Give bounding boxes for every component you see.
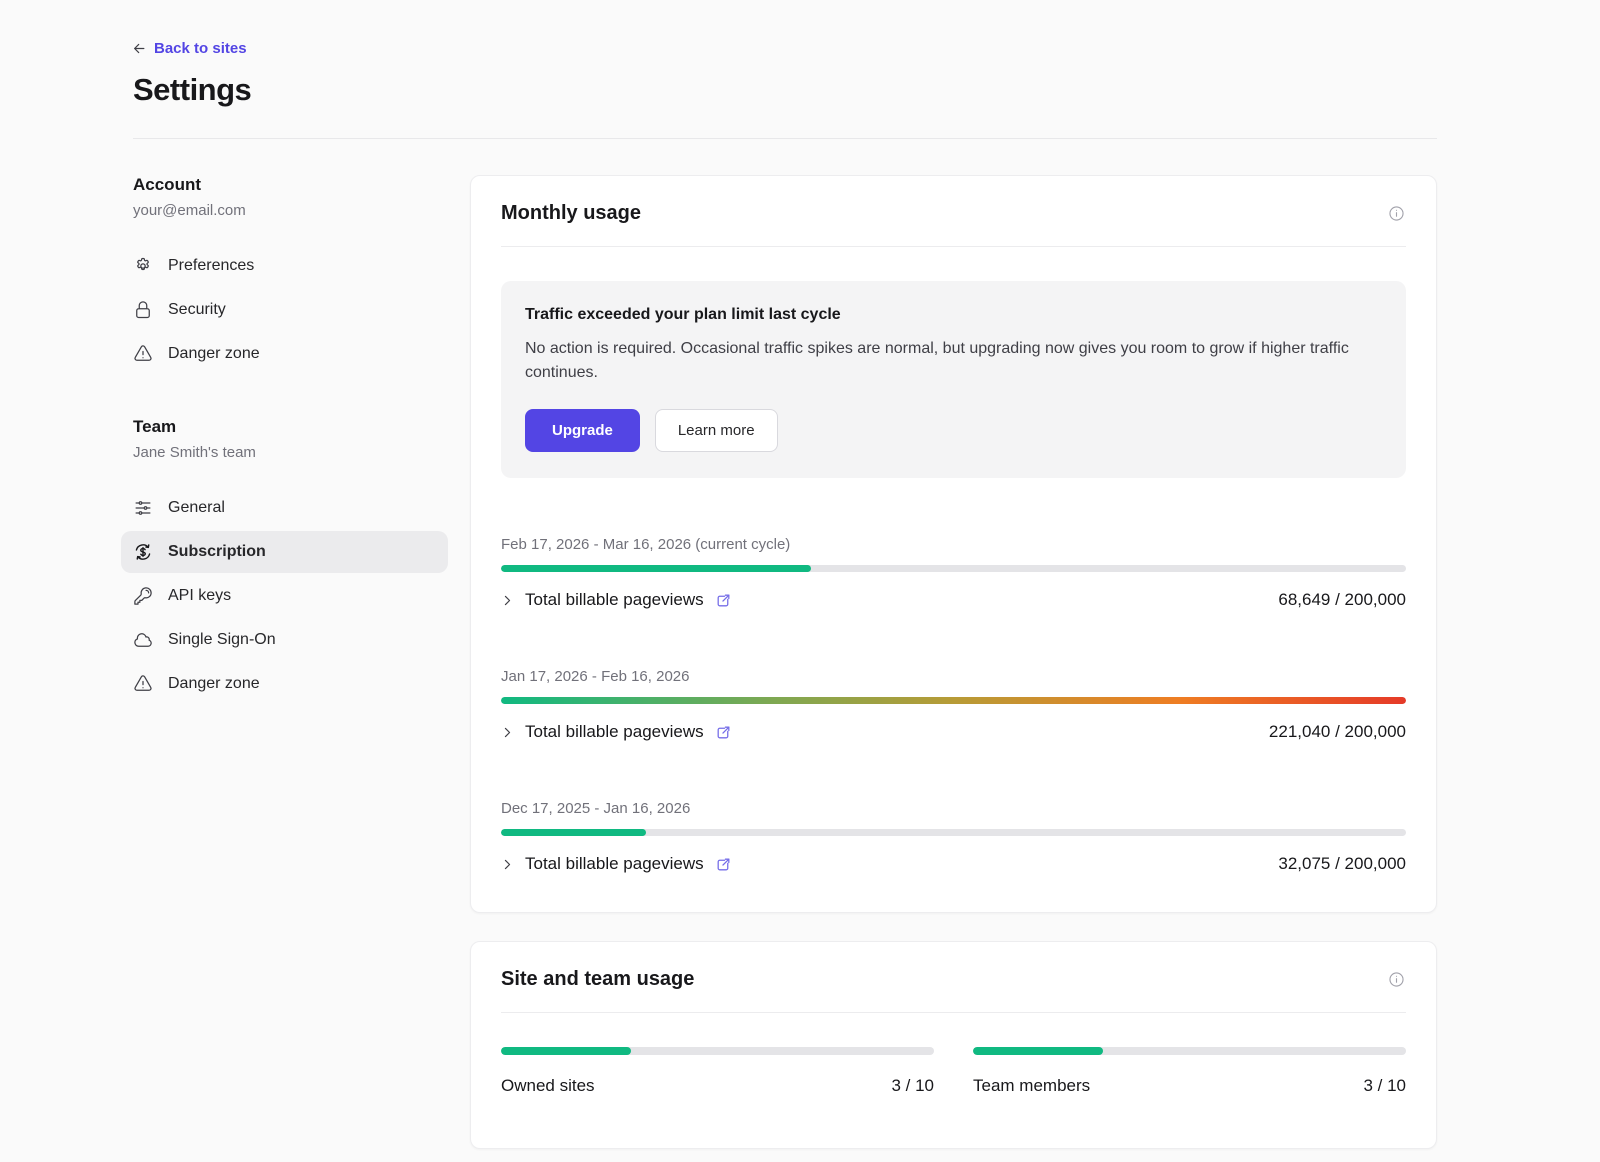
cycle-period: Dec 17, 2025 - Jan 16, 2026 bbox=[501, 800, 1406, 817]
external-link-icon[interactable] bbox=[715, 592, 732, 609]
sidebar-item-label: Single Sign-On bbox=[168, 631, 276, 649]
sidebar-item-label: Danger zone bbox=[168, 675, 260, 693]
traffic-exceeded-notice: Traffic exceeded your plan limit last cy… bbox=[501, 281, 1406, 478]
chevron-right-icon bbox=[501, 858, 514, 871]
account-nav: Preferences Security Danger zone bbox=[121, 245, 448, 375]
sidebar-item-danger-zone-account[interactable]: Danger zone bbox=[121, 333, 448, 375]
sidebar-item-preferences[interactable]: Preferences bbox=[121, 245, 448, 287]
billing-cycle-current: Feb 17, 2026 - Mar 16, 2026 (current cyc… bbox=[501, 536, 1406, 610]
sidebar-item-label: General bbox=[168, 499, 225, 517]
owned-sites-meter: Owned sites 3 / 10 bbox=[501, 1047, 934, 1096]
team-nav: General Subscription API keys Single Sig… bbox=[121, 487, 448, 705]
subscription-refresh-dollar-icon bbox=[133, 542, 153, 562]
usage-value: 68,649 / 200,000 bbox=[1278, 590, 1406, 610]
sidebar-item-label: API keys bbox=[168, 587, 231, 605]
monthly-usage-card: Monthly usage Traffic exceeded your plan… bbox=[470, 175, 1437, 913]
usage-meter-track bbox=[501, 1047, 934, 1055]
usage-meter-track bbox=[501, 697, 1406, 704]
cycle-period: Feb 17, 2026 - Mar 16, 2026 (current cyc… bbox=[501, 536, 1406, 553]
sliders-icon bbox=[133, 498, 153, 518]
page-title: Settings bbox=[133, 72, 1437, 108]
sidebar-item-danger-zone-team[interactable]: Danger zone bbox=[121, 663, 448, 705]
card-divider bbox=[501, 1012, 1406, 1013]
total-billable-pageviews-toggle[interactable]: Total billable pageviews bbox=[501, 722, 732, 742]
billing-cycle-older: Dec 17, 2025 - Jan 16, 2026 Total billab… bbox=[501, 800, 1406, 874]
sidebar-item-single-sign-on[interactable]: Single Sign-On bbox=[121, 619, 448, 661]
key-icon bbox=[133, 586, 153, 606]
usage-meter-fill bbox=[973, 1047, 1103, 1055]
account-heading: Account bbox=[133, 175, 440, 195]
account-email: your@email.com bbox=[133, 202, 440, 219]
sidebar-item-security[interactable]: Security bbox=[121, 289, 448, 331]
meter-value: 3 / 10 bbox=[1363, 1076, 1406, 1096]
chevron-right-icon bbox=[501, 594, 514, 607]
sidebar-item-label: Danger zone bbox=[168, 345, 260, 363]
meter-value: 3 / 10 bbox=[891, 1076, 934, 1096]
team-members-meter: Team members 3 / 10 bbox=[973, 1047, 1406, 1096]
gear-icon bbox=[133, 256, 153, 276]
arrow-left-icon bbox=[133, 42, 146, 55]
meter-label: Owned sites bbox=[501, 1076, 595, 1096]
usage-meter-fill bbox=[501, 1047, 631, 1055]
meter-label: Team members bbox=[973, 1076, 1090, 1096]
metric-label: Total billable pageviews bbox=[525, 590, 704, 610]
warning-triangle-icon bbox=[133, 674, 153, 694]
usage-value: 221,040 / 200,000 bbox=[1269, 722, 1406, 742]
team-heading: Team bbox=[133, 417, 440, 437]
metric-label: Total billable pageviews bbox=[525, 854, 704, 874]
usage-meter-track bbox=[973, 1047, 1406, 1055]
cycle-period: Jan 17, 2026 - Feb 16, 2026 bbox=[501, 668, 1406, 685]
upgrade-button[interactable]: Upgrade bbox=[525, 409, 640, 452]
sidebar-item-api-keys[interactable]: API keys bbox=[121, 575, 448, 617]
site-team-usage-title: Site and team usage bbox=[501, 968, 694, 991]
sidebar-item-subscription[interactable]: Subscription bbox=[121, 531, 448, 573]
notice-body: No action is required. Occasional traffi… bbox=[525, 337, 1382, 385]
sidebar-item-label: Preferences bbox=[168, 257, 254, 275]
billing-cycle-previous: Jan 17, 2026 - Feb 16, 2026 Total billab… bbox=[501, 668, 1406, 742]
team-section: Team Jane Smith's team General Subscript… bbox=[133, 417, 440, 705]
info-circle-icon bbox=[1387, 970, 1406, 989]
external-link-icon[interactable] bbox=[715, 856, 732, 873]
settings-page: Back to sites Settings Account your@emai… bbox=[0, 0, 1600, 1149]
metric-label: Total billable pageviews bbox=[525, 722, 704, 742]
total-billable-pageviews-toggle[interactable]: Total billable pageviews bbox=[501, 590, 732, 610]
sidebar-item-general[interactable]: General bbox=[121, 487, 448, 529]
usage-meter-track bbox=[501, 565, 1406, 572]
external-link-icon[interactable] bbox=[715, 724, 732, 741]
back-to-sites-link[interactable]: Back to sites bbox=[133, 40, 247, 57]
cloud-icon bbox=[133, 630, 153, 650]
team-name: Jane Smith's team bbox=[133, 444, 440, 461]
sidebar-item-label: Security bbox=[168, 301, 226, 319]
usage-value: 32,075 / 200,000 bbox=[1278, 854, 1406, 874]
monthly-usage-info-button[interactable] bbox=[1387, 204, 1406, 223]
back-link-label: Back to sites bbox=[154, 40, 247, 57]
card-divider bbox=[501, 246, 1406, 247]
usage-meter-fill bbox=[501, 565, 811, 572]
total-billable-pageviews-toggle[interactable]: Total billable pageviews bbox=[501, 854, 732, 874]
site-team-usage-info-button[interactable] bbox=[1387, 970, 1406, 989]
notice-title: Traffic exceeded your plan limit last cy… bbox=[525, 306, 1382, 324]
site-team-usage-card: Site and team usage Owned sites 3 / 10 bbox=[470, 941, 1437, 1149]
warning-triangle-icon bbox=[133, 344, 153, 364]
settings-sidebar: Account your@email.com Preferences Secur… bbox=[133, 175, 440, 705]
usage-meter-fill-over-limit bbox=[501, 697, 1406, 704]
info-circle-icon bbox=[1387, 204, 1406, 223]
settings-main: Monthly usage Traffic exceeded your plan… bbox=[470, 175, 1437, 1149]
sidebar-item-label: Subscription bbox=[168, 543, 266, 561]
usage-meter-track bbox=[501, 829, 1406, 836]
account-section: Account your@email.com Preferences Secur… bbox=[133, 175, 440, 375]
usage-meter-fill bbox=[501, 829, 646, 836]
lock-icon bbox=[133, 300, 153, 320]
chevron-right-icon bbox=[501, 726, 514, 739]
monthly-usage-title: Monthly usage bbox=[501, 202, 641, 225]
learn-more-button[interactable]: Learn more bbox=[655, 409, 778, 452]
header-divider bbox=[133, 138, 1437, 139]
